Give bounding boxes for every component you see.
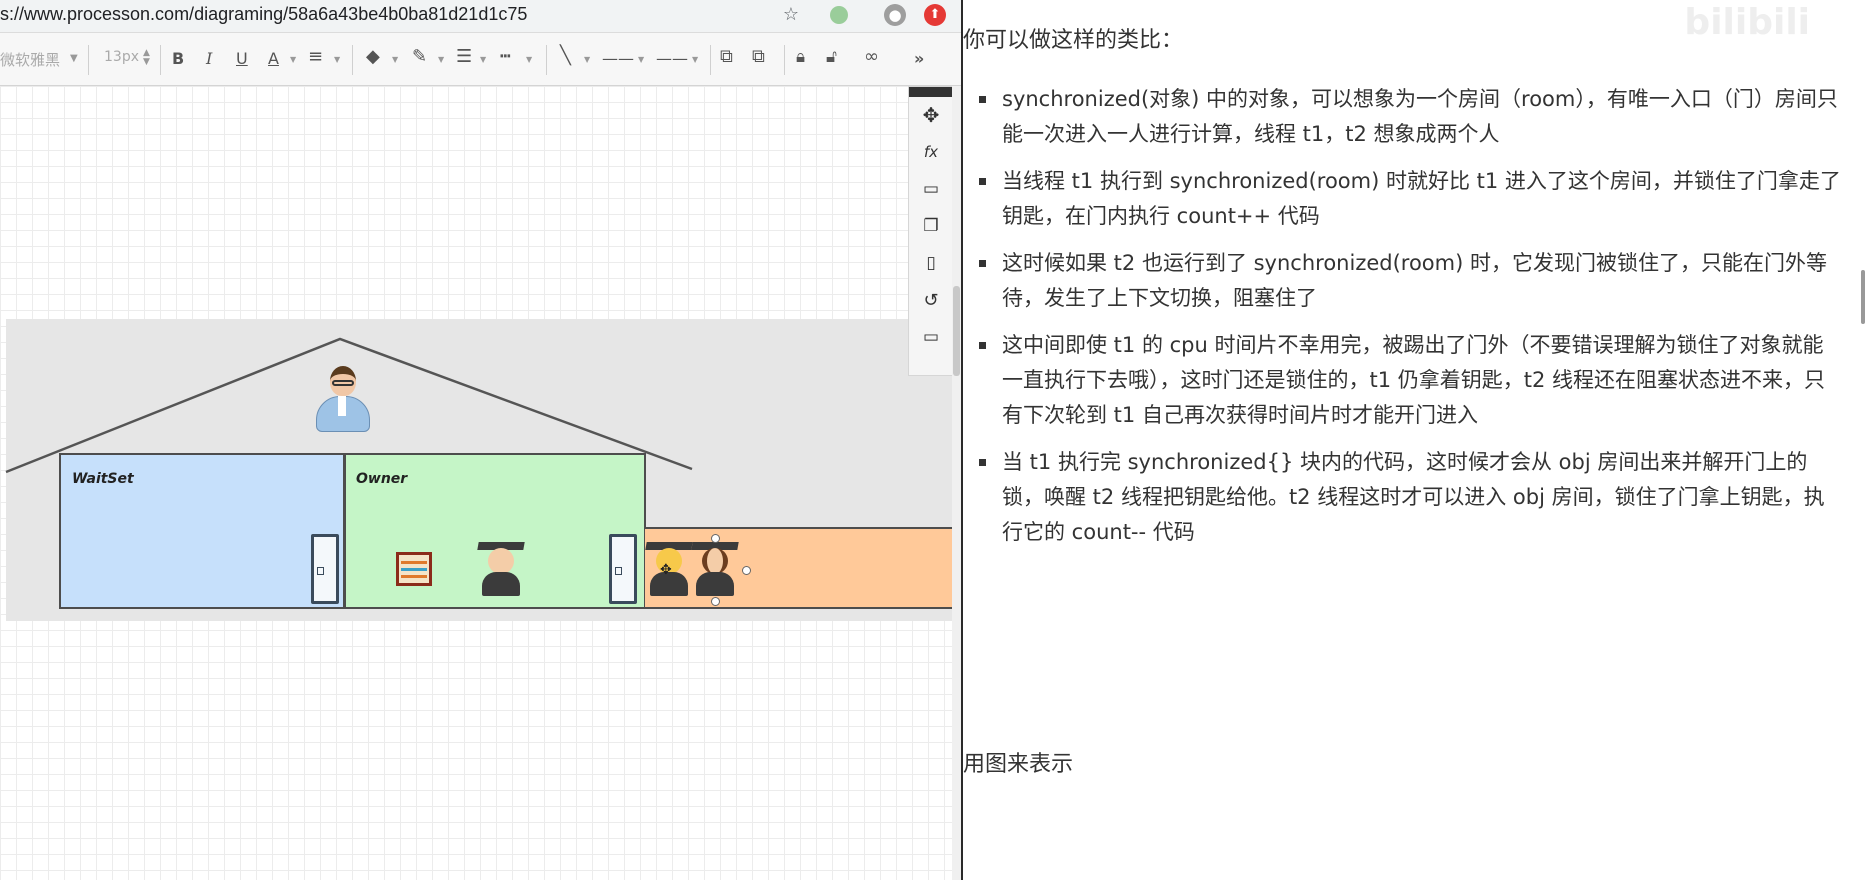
door-icon[interactable] [311, 534, 339, 604]
selection-handle[interactable] [711, 597, 720, 606]
list-item: 这时候如果 t2 也运行到了 synchronized(room) 时，它发现门… [977, 246, 1843, 316]
formula-icon[interactable]: fx [909, 134, 953, 171]
waitset-label: WaitSet [72, 471, 134, 487]
page-icon[interactable]: ▯ [909, 245, 953, 282]
list-item: synchronized(对象) 中的对象，可以想象为一个房间（room），有唯… [977, 82, 1843, 152]
article-scrollbar[interactable] [1861, 270, 1865, 324]
selection-handle[interactable] [711, 534, 720, 543]
outro-text: 用图来表示 [963, 752, 1074, 777]
history-icon[interactable]: ↺ [909, 282, 953, 319]
roof [5, 337, 693, 474]
page-setup-icon[interactable]: ▭ [909, 171, 953, 208]
list-item: 当线程 t1 执行到 synchronized(room) 时就好比 t1 进入… [977, 164, 1843, 234]
copy-format-icon[interactable]: ❐ [909, 208, 953, 245]
abacus-icon[interactable] [396, 552, 432, 586]
owner-label: Owner [356, 471, 408, 487]
waitset-room[interactable]: WaitSet [59, 453, 345, 609]
thread-t1-person-icon[interactable] [477, 540, 525, 596]
bilibili-watermark: bilibili [1684, 2, 1810, 43]
list-item: 这中间即使 t1 的 cpu 时间片不幸用完，被踢出了门外（不要错误理解为锁住了… [977, 328, 1843, 433]
move-cursor-icon: ✥ [660, 562, 672, 578]
right-tool-panel: ✥ fx ▭ ❐ ▯ ↺ ▭ [908, 86, 954, 376]
analogy-list: synchronized(对象) 中的对象，可以想象为一个房间（room），有唯… [977, 82, 1843, 562]
canvas-scrollbar[interactable] [952, 86, 961, 880]
thread-t3-person-icon[interactable] [691, 540, 739, 596]
door-icon[interactable] [609, 534, 637, 604]
intro-text: 你可以做这样的类比： [963, 28, 1184, 53]
processon-editor: s://www.processon.com/diagraming/58a6a43… [0, 0, 962, 880]
selection-handle[interactable] [742, 566, 751, 575]
monitor-person-icon[interactable] [310, 362, 372, 434]
article-panel: bilibili 你可以做这样的类比： synchronized(对象) 中的对… [963, 0, 1870, 880]
comment-icon[interactable]: ▭ [909, 319, 953, 356]
navigator-icon[interactable]: ✥ [909, 97, 953, 134]
list-item: 当 t1 执行完 synchronized{} 块内的代码，这时候才会从 obj… [977, 445, 1843, 550]
